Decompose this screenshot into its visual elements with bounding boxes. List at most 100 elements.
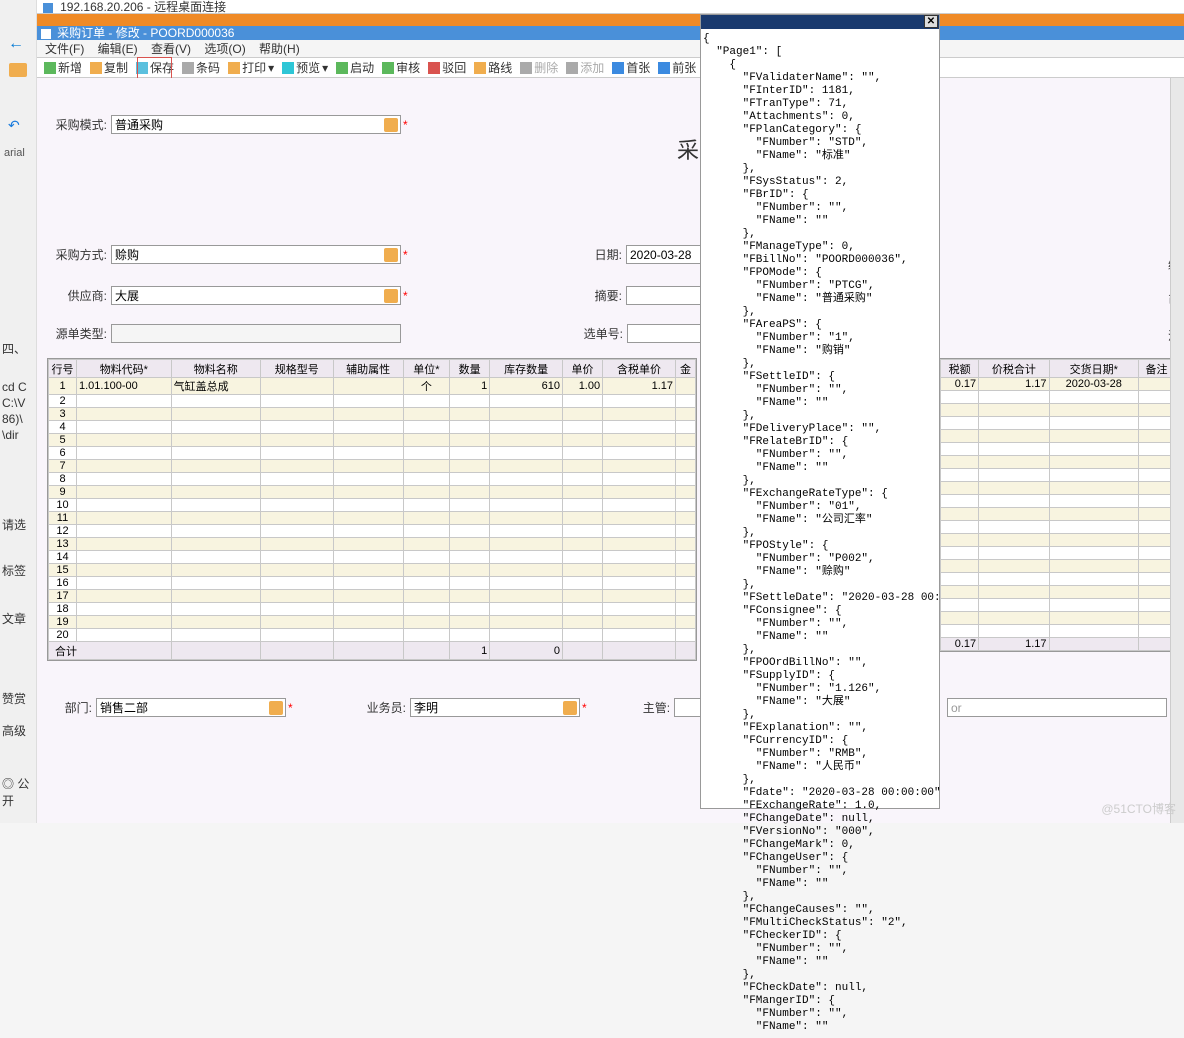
table-row[interactable]: 12 — [49, 525, 696, 538]
table-row[interactable] — [941, 456, 1175, 469]
table-row[interactable] — [941, 482, 1175, 495]
table-row[interactable] — [941, 508, 1175, 521]
route-icon — [474, 62, 486, 74]
lookup-icon[interactable] — [384, 248, 398, 262]
table-row[interactable]: 16 — [49, 577, 696, 590]
menu-view[interactable]: 查看(V) — [151, 42, 191, 56]
toolbar: 新增 复制 保存 条码 打印▾ 预览▾ 启动 审核 驳回 路线 删除 添加 首张… — [37, 58, 1184, 78]
table-row[interactable] — [941, 521, 1175, 534]
watermark: @51CTO博客 — [1101, 800, 1176, 817]
app-icon — [41, 29, 51, 39]
rdp-title-text: 192.168.20.206 - 远程桌面连接 — [60, 0, 226, 14]
folder-icon[interactable] — [9, 63, 27, 77]
print-button[interactable]: 打印▾ — [225, 59, 277, 77]
table-row[interactable]: 18 — [49, 603, 696, 616]
data-grid[interactable]: 行号 物料代码*物料名称规格型号 辅助属性单位*数量 库存数量单价含税单价金 1… — [47, 358, 697, 661]
preview-button[interactable]: 预览▾ — [279, 59, 331, 77]
table-row[interactable]: 14 — [49, 551, 696, 564]
new-button[interactable]: 新增 — [41, 59, 85, 77]
table-row[interactable]: 19 — [49, 616, 696, 629]
prev-button[interactable]: 前张 — [655, 59, 699, 77]
table-row[interactable]: 3 — [49, 408, 696, 421]
side-text: 文章 — [0, 610, 37, 627]
dept-label: 部门: — [47, 699, 92, 716]
lookup-icon[interactable] — [269, 701, 283, 715]
menu-option[interactable]: 选项(O) — [204, 42, 245, 56]
table-row[interactable] — [941, 391, 1175, 404]
table-row[interactable]: 4 — [49, 421, 696, 434]
table-row[interactable] — [941, 430, 1175, 443]
date-input[interactable]: 2020-03-28 — [626, 245, 706, 264]
table-row[interactable] — [941, 417, 1175, 430]
table-row[interactable]: 7 — [49, 460, 696, 473]
lookup-icon[interactable] — [384, 289, 398, 303]
supplier-input[interactable]: 大展 — [111, 286, 401, 305]
table-row[interactable] — [941, 612, 1175, 625]
table-row[interactable] — [941, 547, 1175, 560]
table-row[interactable]: 0.171.172020-03-28 — [941, 378, 1175, 391]
side-text: 86)\ — [0, 412, 37, 426]
table-row[interactable]: 15 — [49, 564, 696, 577]
json-content[interactable]: { "Page1": [ { "FValidaterName": "", "FI… — [701, 29, 939, 1038]
copy-button[interactable]: 复制 — [87, 59, 131, 77]
purchase-type-label: 采购方式: — [47, 246, 107, 263]
table-row[interactable] — [941, 586, 1175, 599]
delete-button[interactable]: 删除 — [517, 59, 561, 77]
summary-input[interactable] — [626, 286, 706, 305]
side-text: \dir — [0, 428, 37, 442]
table-row[interactable]: 2 — [49, 395, 696, 408]
table-row[interactable] — [941, 625, 1175, 638]
route-button[interactable]: 路线 — [471, 59, 515, 77]
side-text: 四、 — [0, 340, 37, 357]
table-row[interactable] — [941, 573, 1175, 586]
first-button[interactable]: 首张 — [609, 59, 653, 77]
barcode-button[interactable]: 条码 — [179, 59, 223, 77]
select-input[interactable] — [627, 324, 707, 343]
purchase-mode-input[interactable]: 普通采购 — [111, 115, 401, 134]
audit-button[interactable]: 审核 — [379, 59, 423, 77]
add-button[interactable]: 添加 — [563, 59, 607, 77]
table-row[interactable]: 9 — [49, 486, 696, 499]
barcode-icon — [182, 62, 194, 74]
table-row[interactable]: 11 — [49, 512, 696, 525]
save-button[interactable]: 保存 — [133, 59, 177, 77]
mgr-label: 主管: — [630, 699, 670, 716]
lookup-icon[interactable] — [563, 701, 577, 715]
reject-button[interactable]: 驳回 — [425, 59, 469, 77]
close-icon[interactable]: ✕ — [924, 15, 938, 28]
table-row[interactable]: 10 — [49, 499, 696, 512]
menu-help[interactable]: 帮助(H) — [259, 42, 300, 56]
table-row[interactable]: 8 — [49, 473, 696, 486]
table-row[interactable]: 5 — [49, 434, 696, 447]
first-icon — [612, 62, 624, 74]
suggest-input[interactable]: or — [947, 698, 1167, 717]
check-icon — [382, 62, 394, 74]
data-grid-right[interactable]: 税额价税合计 交货日期*备注 0.171.172020-03-28 0.171.… — [940, 358, 1176, 652]
emp-input[interactable]: 李明 — [410, 698, 580, 717]
table-row[interactable] — [941, 560, 1175, 573]
table-row[interactable]: 11.01.100-00气缸盖总成个16101.001.17 — [49, 378, 696, 395]
table-row[interactable] — [941, 534, 1175, 547]
table-row[interactable] — [941, 469, 1175, 482]
table-row[interactable]: 6 — [49, 447, 696, 460]
table-row[interactable]: 20 — [49, 629, 696, 642]
table-row[interactable]: 17 — [49, 590, 696, 603]
lookup-icon[interactable] — [384, 118, 398, 132]
table-row[interactable] — [941, 495, 1175, 508]
undo-icon[interactable]: ↶ — [8, 117, 20, 134]
back-arrow-icon[interactable]: ← — [8, 35, 24, 53]
summary-label: 摘要: — [582, 287, 622, 304]
table-row[interactable] — [941, 443, 1175, 456]
source-input[interactable] — [111, 324, 401, 343]
app-window-titlebar: 采购订单 - 修改 - POORD000036 — [37, 26, 1184, 40]
purchase-type-input[interactable]: 赊购 — [111, 245, 401, 264]
vertical-scrollbar[interactable] — [1170, 78, 1184, 823]
json-panel-titlebar[interactable] — [701, 15, 939, 29]
table-row[interactable] — [941, 599, 1175, 612]
menu-edit[interactable]: 编辑(E) — [98, 42, 138, 56]
start-button[interactable]: 启动 — [333, 59, 377, 77]
dept-input[interactable]: 销售二部 — [96, 698, 286, 717]
table-row[interactable] — [941, 404, 1175, 417]
table-row[interactable]: 13 — [49, 538, 696, 551]
menu-file[interactable]: 文件(F) — [45, 42, 84, 56]
